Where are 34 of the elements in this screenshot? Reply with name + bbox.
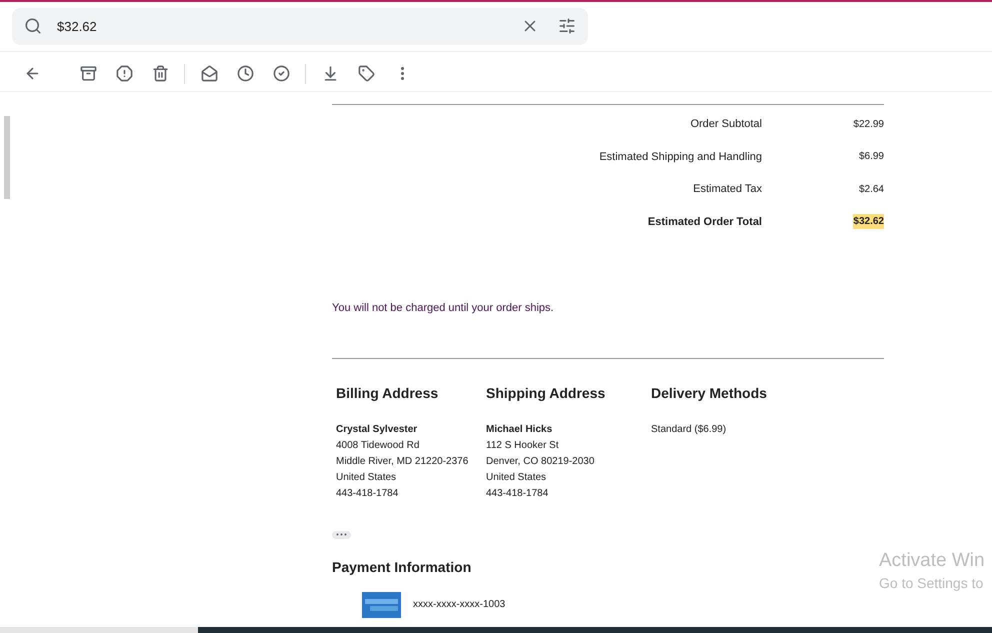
address-line: United States <box>336 470 398 484</box>
total-value: $22.99 <box>853 118 884 132</box>
show-more-button[interactable] <box>332 530 351 538</box>
address-line: 443-418-1784 <box>336 486 400 500</box>
section-heading: Delivery Methods <box>651 384 768 403</box>
address-line: Denver, CO 80219-2030 <box>486 454 596 468</box>
address-line: 112 S Hooker St <box>486 438 560 452</box>
address-line: United States <box>486 470 548 484</box>
section-heading: Payment Information <box>332 558 472 577</box>
total-label: Order Subtotal <box>689 117 762 132</box>
search-field[interactable]: $32.62 <box>12 8 588 45</box>
total-value: $32.62 <box>853 214 884 230</box>
section-heading: Billing Address <box>336 384 440 403</box>
total-label: Estimated Order Total <box>646 214 762 230</box>
address-line: Middle River, MD 21220-2376 <box>336 454 470 468</box>
charge-notice: You will not be charged until your order ships. <box>332 301 555 316</box>
activation-subtitle: Go to Settings to <box>879 574 984 593</box>
address-line: 4008 Tidewood Rd <box>336 438 420 452</box>
filter-icon[interactable] <box>558 17 576 35</box>
total-value: $2.64 <box>858 182 884 197</box>
total-value: $6.99 <box>858 150 884 164</box>
card-number: xxxx-xxxx-xxxx-1003 <box>413 598 506 612</box>
activation-title: Activate Win <box>879 549 986 573</box>
total-label: Estimated Tax <box>692 182 762 197</box>
address-line: 443-418-1784 <box>486 486 550 500</box>
scrollbar-thumb[interactable] <box>4 116 10 199</box>
search-icon[interactable] <box>24 17 42 35</box>
contact-name: Crystal Sylvester <box>336 422 418 436</box>
dots-icon <box>336 533 347 536</box>
address-line: Standard ($6.99) <box>651 422 728 436</box>
total-label: Estimated Shipping and Handling <box>598 150 762 164</box>
card-logo-drawing <box>362 592 401 618</box>
section-heading: Shipping Address <box>486 384 606 403</box>
contact-name: Michael Hicks <box>486 422 554 436</box>
